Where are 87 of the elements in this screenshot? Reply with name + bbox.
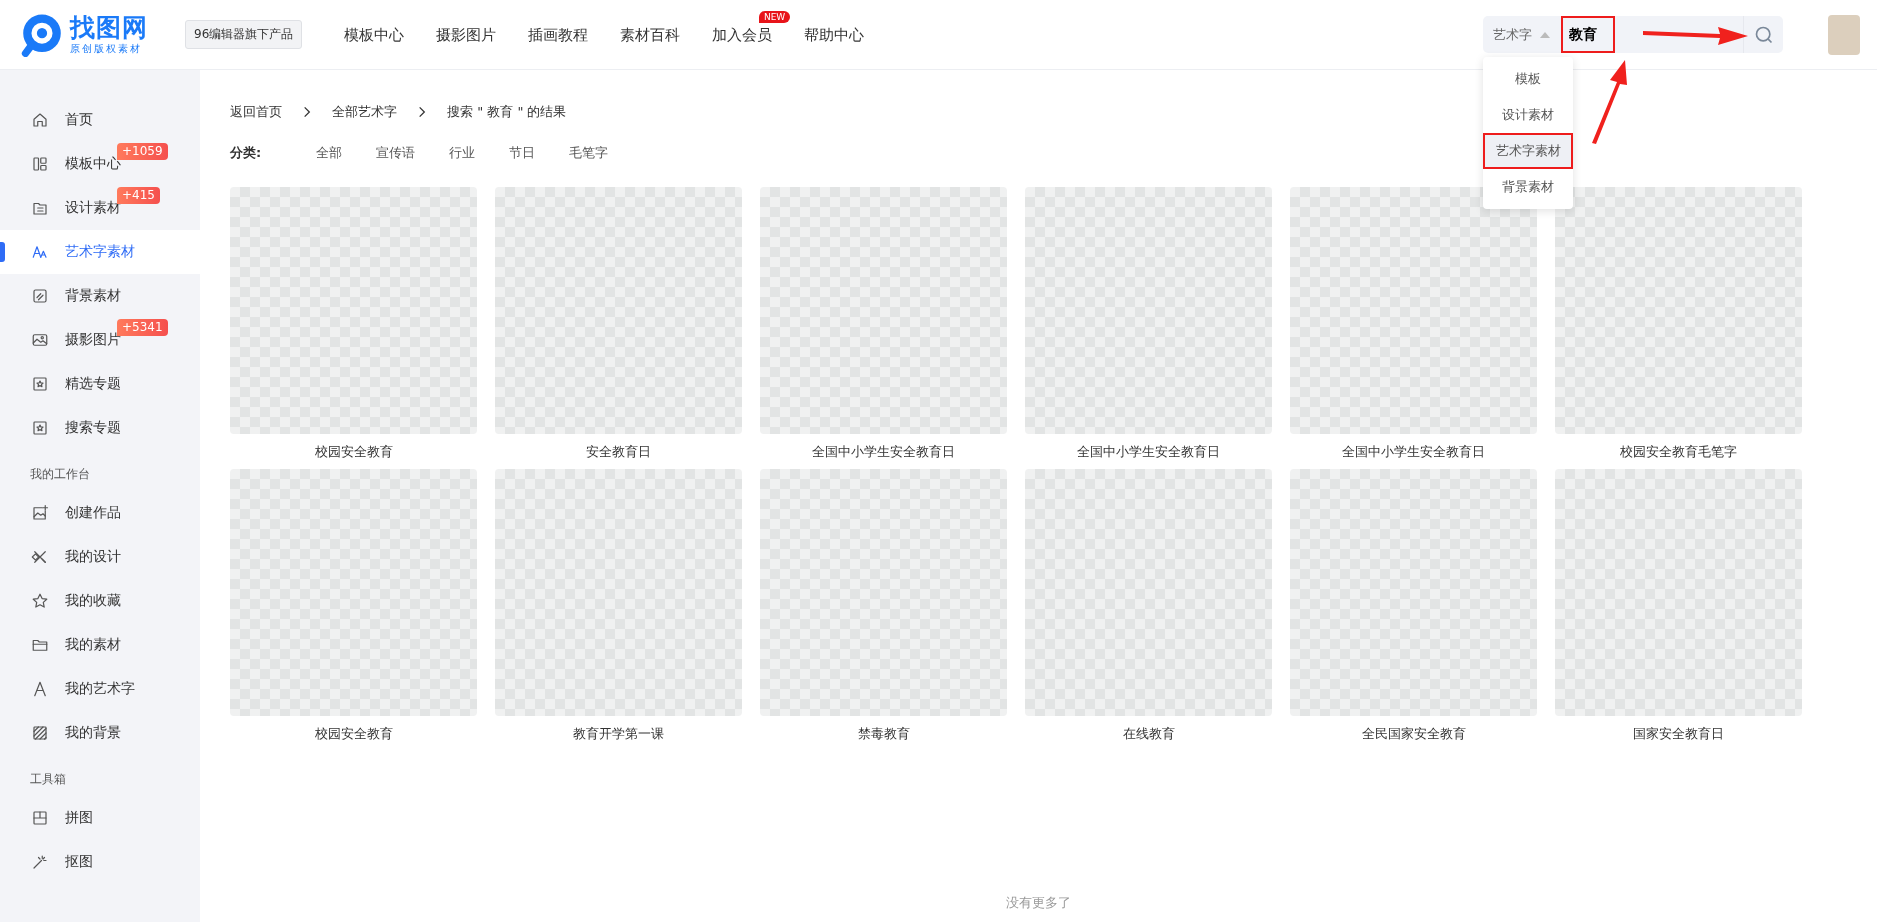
category-link[interactable]: 全部: [316, 144, 342, 162]
sidebar-item[interactable]: 抠图: [0, 840, 200, 884]
layout-icon: [31, 155, 49, 173]
new-badge: NEW: [758, 10, 791, 23]
section-title: 我的工作台: [29, 466, 91, 483]
logo-icon: [20, 12, 64, 57]
sidebar-item[interactable]: 拼图: [0, 796, 200, 840]
category-link[interactable]: 毛笔字: [569, 144, 608, 162]
home-icon: [31, 111, 49, 129]
magic-wand-icon: [31, 853, 49, 871]
result-title[interactable]: 全国中小学生安全教育日: [1342, 434, 1485, 469]
sidebar-item[interactable]: 我的背景: [0, 711, 200, 755]
image-icon: [31, 331, 49, 349]
collage-icon: [31, 809, 49, 827]
dropdown-item[interactable]: 模板: [1483, 61, 1573, 97]
sidebar-item[interactable]: 我的收藏: [0, 579, 200, 623]
count-badge: +1059: [117, 143, 168, 160]
category-link[interactable]: 宣传语: [376, 144, 415, 162]
sidebar-item[interactable]: 我的素材: [0, 623, 200, 667]
end-of-list-text: 没有更多了: [1005, 894, 1072, 912]
result-title[interactable]: 校园安全教育: [314, 716, 393, 751]
scope-dropdown[interactable]: 艺术字: [1483, 24, 1563, 45]
artwork-placeholder[interactable]: [495, 469, 742, 716]
breadcrumb-link[interactable]: 全部艺术字: [332, 103, 397, 121]
dropdown-item[interactable]: 设计素材: [1483, 97, 1573, 133]
sidebar-item[interactable]: 背景素材: [0, 274, 200, 318]
count-badge: +5341: [117, 319, 168, 336]
result-title[interactable]: 教育开学第一课: [573, 716, 664, 751]
product-badge[interactable]: 96编辑器旗下产品: [185, 20, 303, 49]
category-link[interactable]: 行业: [449, 144, 475, 162]
artwork-placeholder[interactable]: [230, 187, 477, 434]
nav-link[interactable]: 模板中心: [344, 25, 405, 44]
selection-indicator: [0, 242, 5, 262]
nav-link[interactable]: 摄影图片: [436, 25, 497, 44]
add-image-icon: [31, 504, 49, 522]
sidebar-item[interactable]: 搜索专题: [0, 406, 200, 450]
star-icon: [31, 592, 49, 610]
artwork-placeholder[interactable]: [1025, 469, 1272, 716]
sidebar-item[interactable]: 摄影图片 +5341: [0, 318, 200, 362]
category-label: 分类:: [230, 144, 263, 162]
nav-link[interactable]: 插画教程: [528, 25, 589, 44]
count-badge: +415: [117, 187, 160, 204]
striped-square-icon: [31, 724, 49, 742]
nav-link[interactable]: 帮助中心: [804, 25, 865, 44]
pattern-icon: [31, 287, 49, 305]
result-title[interactable]: 在线教育: [1122, 716, 1175, 751]
search-icon: [1753, 24, 1774, 45]
artwork-placeholder[interactable]: [760, 469, 1007, 716]
sidebar-item[interactable]: 模板中心 +1059: [0, 142, 200, 186]
star-frame-icon: [31, 375, 49, 393]
artwork-placeholder[interactable]: [760, 187, 1007, 434]
result-title[interactable]: 国家安全教育日: [1633, 716, 1724, 751]
result-title[interactable]: 全国中小学生安全教育日: [812, 434, 955, 469]
artwork-placeholder[interactable]: [1025, 187, 1272, 434]
sidebar-item[interactable]: 创建作品: [0, 491, 200, 535]
section-title: 工具箱: [29, 771, 67, 788]
breadcrumb-current[interactable]: 搜索 " 教育 " 的结果: [447, 103, 567, 121]
star-frame-icon: [31, 419, 49, 437]
result-title[interactable]: 校园安全教育毛笔字: [1620, 434, 1737, 469]
sidebar-item[interactable]: 我的设计: [0, 535, 200, 579]
search-field[interactable]: 教育: [1563, 18, 1613, 51]
result-title[interactable]: 全民国家安全教育: [1361, 716, 1466, 751]
dropdown-item[interactable]: 艺术字素材: [1483, 133, 1573, 169]
sidebar-item[interactable]: 首页: [0, 98, 200, 142]
artwork-placeholder[interactable]: [1555, 187, 1802, 434]
sidebar-item[interactable]: 我的艺术字: [0, 667, 200, 711]
result-title[interactable]: 安全教育日: [586, 434, 651, 469]
font-icon: [31, 243, 49, 261]
nav-link[interactable]: 加入会员: [712, 25, 773, 44]
letter-icon: [31, 680, 49, 698]
avatar-placeholder[interactable]: [1828, 14, 1860, 55]
result-title[interactable]: 校园安全教育: [314, 434, 393, 469]
artwork-placeholder[interactable]: [230, 469, 477, 716]
result-title[interactable]: 禁毒教育: [857, 716, 910, 751]
breadcrumb-link[interactable]: 返回首页: [230, 103, 282, 121]
artwork-placeholder[interactable]: [495, 187, 742, 434]
logo-tagline: 原创版权素材: [70, 41, 143, 56]
result-title[interactable]: 全国中小学生安全教育日: [1077, 434, 1220, 469]
sidebar-item[interactable]: 艺术字素材: [0, 230, 200, 274]
artwork-placeholder[interactable]: [1290, 469, 1537, 716]
artwork-placeholder[interactable]: [1555, 469, 1802, 716]
nav-link[interactable]: 素材百科: [620, 25, 681, 44]
sidebar-item[interactable]: 精选专题: [0, 362, 200, 406]
pencil-ruler-icon: [31, 548, 49, 566]
category-link[interactable]: 节日: [509, 144, 535, 162]
site-logo-text[interactable]: 找图网: [70, 13, 148, 42]
dropdown-item[interactable]: 背景素材: [1483, 169, 1573, 205]
